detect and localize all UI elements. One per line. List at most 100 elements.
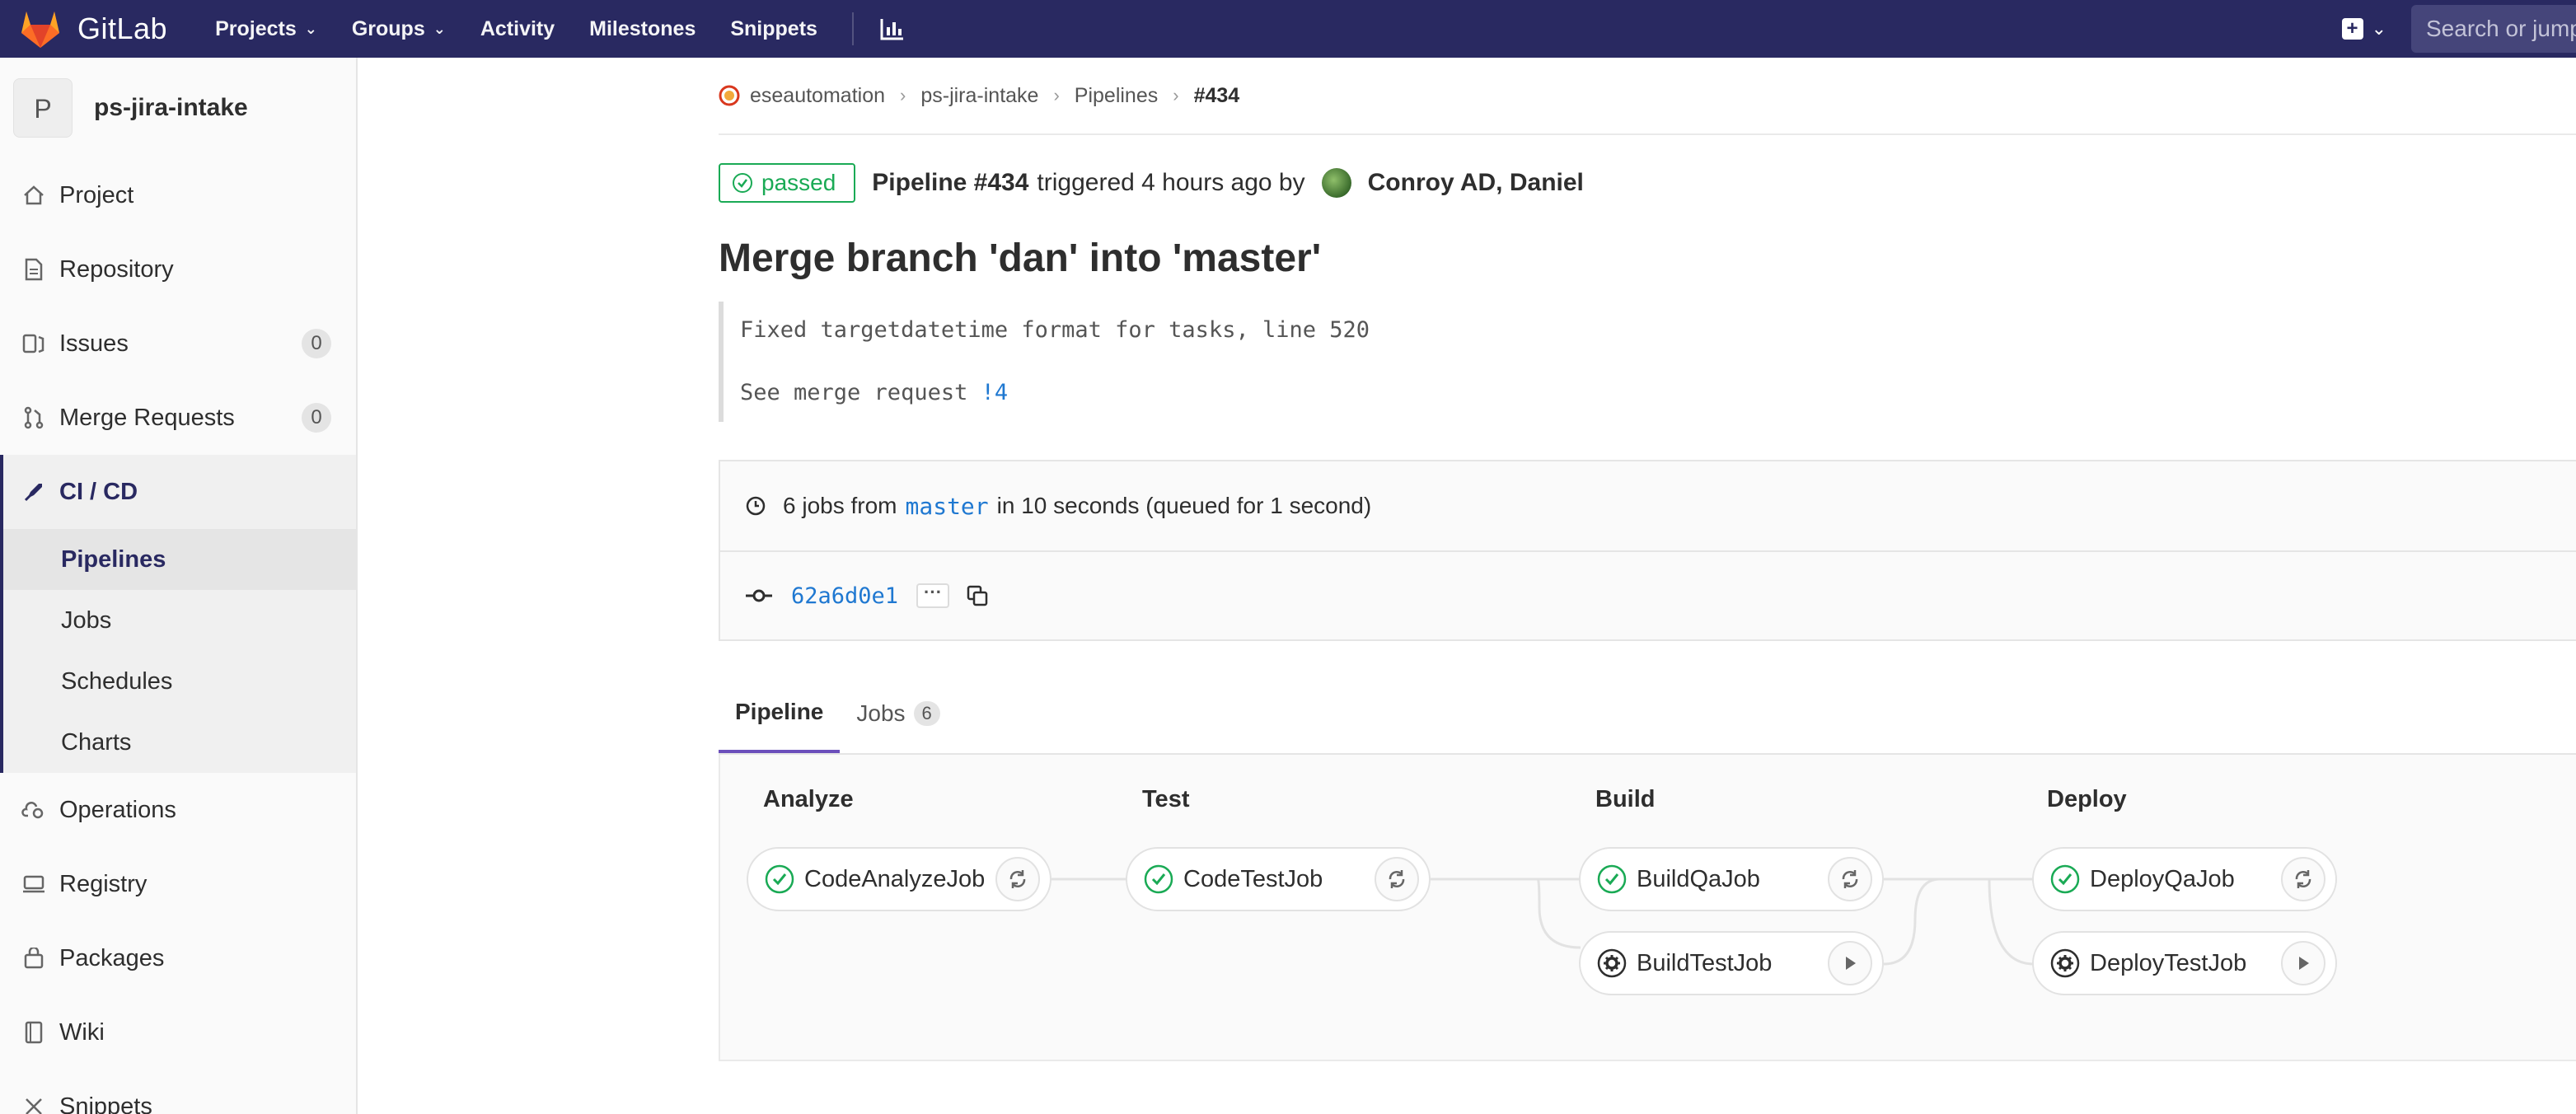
gitlab-home-link[interactable]: GitLab <box>18 8 167 49</box>
sidebar-item-label: CI / CD <box>59 478 138 505</box>
nav-milestones[interactable]: Milestones <box>589 17 696 41</box>
tab-jobs-label: Jobs <box>856 700 906 726</box>
cloud-gear-icon <box>21 798 46 822</box>
sidebar-item-operations[interactable]: Operations <box>0 773 356 847</box>
sidebar-item-label: Merge Requests <box>59 404 235 431</box>
group-avatar-icon <box>719 85 740 106</box>
jobs-count-badge: 6 <box>913 701 940 726</box>
status-manual-gear-icon <box>1595 947 1628 980</box>
job-name: DeployTestJob <box>2090 949 2247 976</box>
registry-icon <box>21 872 46 896</box>
job-name: CodeAnalyzeJob <box>804 865 986 892</box>
sidebar-item-label: Registry <box>59 870 148 897</box>
sidebar-item-merge-requests[interactable]: Merge Requests 0 <box>0 381 356 455</box>
pipeline-header: passed Pipeline #434 triggered 4 hours a… <box>719 135 2576 231</box>
sidebar-item-label: Operations <box>59 796 176 823</box>
pipeline-info-box: 6 jobs from master in 10 seconds (queued… <box>719 460 2576 641</box>
tab-pipeline[interactable]: Pipeline <box>719 674 841 753</box>
commit-desc-line: See merge request !4 <box>740 377 2560 409</box>
sidebar-project-name: ps-jira-intake <box>94 94 248 121</box>
commit-desc-prefix: See merge request <box>740 380 981 405</box>
nav-groups[interactable]: Groups ⌄ <box>352 17 446 41</box>
sidebar-item-label: Wiki <box>59 1018 105 1046</box>
breadcrumb-pipelines[interactable]: Pipelines <box>1075 84 1158 108</box>
breadcrumb-current[interactable]: #434 <box>1194 84 1240 108</box>
commit-sha-link[interactable]: 62a6d0e1 <box>791 583 898 609</box>
play-icon[interactable] <box>1828 941 1872 985</box>
sidebar-item-label: Packages <box>59 944 165 971</box>
retry-icon[interactable] <box>995 857 1040 901</box>
pipeline-job[interactable]: CodeTestJob <box>1126 847 1431 911</box>
breadcrumb-project[interactable]: ps-jira-intake <box>920 84 1038 108</box>
status-success-icon <box>763 863 796 896</box>
nav-snippets[interactable]: Snippets <box>730 17 817 41</box>
sidebar-item-label: Repository <box>59 255 174 283</box>
sidebar-item-snippets[interactable]: Snippets <box>0 1070 356 1114</box>
job-name: BuildQaJob <box>1637 865 1760 892</box>
status-badge-label: passed <box>761 170 836 195</box>
sidebar-subitem-charts[interactable]: Charts <box>3 712 356 773</box>
pipeline-job[interactable]: DeployTestJob <box>2032 931 2337 995</box>
status-badge[interactable]: passed <box>719 163 856 203</box>
nav-projects[interactable]: Projects ⌄ <box>215 17 317 41</box>
retry-icon[interactable] <box>1375 857 1419 901</box>
project-avatar: P <box>13 78 73 138</box>
play-icon[interactable] <box>2281 941 2325 985</box>
breadcrumb: eseautomation › ps-jira-intake › Pipelin… <box>719 58 2576 135</box>
pipeline-commit-row: 62a6d0e1 ··· <box>720 550 2576 639</box>
pipeline-id: Pipeline #434 <box>872 169 1029 196</box>
commit-title: Merge branch 'dan' into 'master' <box>719 236 1322 280</box>
pipeline-user-name[interactable]: Conroy AD, Daniel <box>1368 169 1584 197</box>
sidebar-item-repository[interactable]: Repository <box>0 232 356 307</box>
clock-icon <box>746 496 766 516</box>
branch-ref-link[interactable]: master <box>906 493 989 520</box>
chevron-down-icon: ⌄ <box>2371 18 2386 39</box>
sidebar-subitem-pipelines[interactable]: Pipelines <box>3 529 356 590</box>
sidebar-subitem-schedules[interactable]: Schedules <box>3 651 356 712</box>
job-name: BuildTestJob <box>1637 949 1773 976</box>
status-success-icon <box>733 173 752 193</box>
pipeline-job[interactable]: CodeAnalyzeJob <box>747 847 1051 911</box>
search-input[interactable]: Search or jump to… <box>2411 5 2576 53</box>
merge-icon <box>21 405 46 430</box>
sidebar-item-label: Issues <box>59 330 129 357</box>
sidebar-item-label: Snippets <box>59 1093 152 1114</box>
pipeline-job[interactable]: BuildQaJob <box>1579 847 1884 911</box>
status-success-icon <box>2049 863 2082 896</box>
expand-commit-button[interactable]: ··· <box>916 583 950 608</box>
issues-count-badge: 0 <box>302 329 331 358</box>
user-avatar[interactable] <box>1321 168 1351 198</box>
issues-icon <box>21 331 46 356</box>
commit-icon <box>746 589 772 602</box>
merge-request-link[interactable]: !4 <box>981 380 1009 405</box>
copy-icon[interactable] <box>966 584 989 607</box>
sidebar-project-header[interactable]: P ps-jira-intake <box>0 58 356 158</box>
sidebar-item-wiki[interactable]: Wiki <box>0 995 356 1070</box>
package-icon <box>21 946 46 971</box>
brand-name: GitLab <box>77 12 168 45</box>
top-navbar: GitLab Projects ⌄ Groups ⌄ Activity Milest… <box>0 0 2576 58</box>
retry-icon[interactable] <box>2281 857 2325 901</box>
pipeline-job[interactable]: BuildTestJob <box>1579 931 1884 995</box>
commit-description: Fixed targetdatetime format for tasks, l… <box>719 302 2576 422</box>
plus-square-icon: + <box>2341 18 2363 40</box>
sidebar-item-ci-cd[interactable]: CI / CD <box>0 455 356 529</box>
chart-icon[interactable] <box>880 17 905 40</box>
breadcrumb-group[interactable]: eseautomation <box>750 84 885 108</box>
retry-icon[interactable] <box>1828 857 1872 901</box>
status-success-icon <box>1595 863 1628 896</box>
sidebar-item-project[interactable]: Project <box>0 158 356 232</box>
job-name: DeployQaJob <box>2090 865 2235 892</box>
new-dropdown-button[interactable]: + ⌄ <box>2341 18 2386 40</box>
tab-jobs[interactable]: Jobs 6 <box>840 674 956 753</box>
nav-activity[interactable]: Activity <box>480 17 555 41</box>
scissors-icon <box>21 1094 46 1114</box>
sidebar-item-packages[interactable]: Packages <box>0 921 356 995</box>
chevron-down-icon: ⌄ <box>304 20 317 37</box>
sidebar-item-issues[interactable]: Issues 0 <box>0 307 356 381</box>
chevron-right-icon: › <box>900 85 906 105</box>
sidebar-subitem-jobs[interactable]: Jobs <box>3 590 356 651</box>
sidebar-item-registry[interactable]: Registry <box>0 847 356 921</box>
pipeline-job[interactable]: DeployQaJob <box>2032 847 2337 911</box>
nav-projects-label: Projects <box>215 16 297 40</box>
